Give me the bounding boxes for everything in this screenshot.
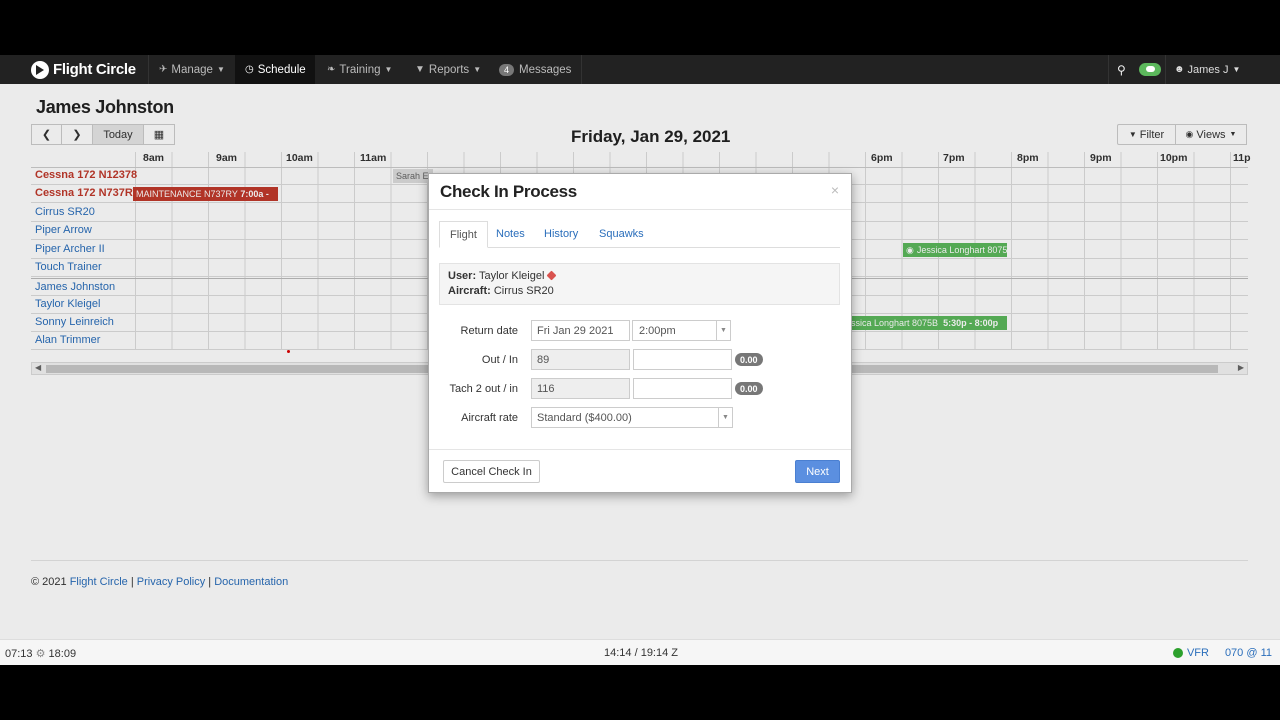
nav-manage-label: Manage xyxy=(171,63,213,76)
return-date-input[interactable]: Fri Jan 29 2021 xyxy=(531,320,630,341)
tag-icon xyxy=(546,270,557,281)
nav-divider xyxy=(1108,55,1109,84)
return-time-value: 2:00pm xyxy=(639,324,676,337)
nav-schedule-label: Schedule xyxy=(257,63,306,76)
sunset-time: 18:09 xyxy=(48,648,77,660)
caret-down-icon: ▼ xyxy=(716,321,730,340)
leaf-icon: ❧ xyxy=(327,64,336,75)
user-icon: ☻ xyxy=(1174,64,1185,75)
tab-notes[interactable]: Notes xyxy=(486,221,535,247)
caret-down-icon: ▼ xyxy=(1232,65,1241,74)
weather-status[interactable]: VFR 070 @ 11 xyxy=(1172,647,1272,659)
hobbs-out-input[interactable]: 89 xyxy=(531,349,630,370)
nav-divider xyxy=(581,55,582,84)
aircraft-rate-select[interactable]: Standard ($400.00) ▼ xyxy=(531,407,733,428)
caret-down-icon: ▼ xyxy=(718,408,732,427)
top-navbar: Flight Circle ✈ Manage ▼ ◷ Schedule ❧ Tr… xyxy=(0,55,1280,84)
tab-squawks[interactable]: Squawks xyxy=(589,221,654,247)
search-icon: ⚲ xyxy=(1117,62,1126,77)
clock-readout: 14:14 / 19:14 Z xyxy=(604,647,678,659)
flight-circle-logo-icon xyxy=(31,60,49,79)
modal-header: Check In Process × xyxy=(429,174,851,210)
out-in-label: Out / In xyxy=(481,354,518,366)
user-info-line: User: Taylor Kleigel xyxy=(448,270,557,282)
schedule-page: James Johnston ❮ ❯ Today ▦ Friday, Jan 2… xyxy=(0,84,1280,665)
return-date-label: Return date xyxy=(460,325,518,337)
sunrise-time: 07:13 xyxy=(5,648,33,660)
vfr-status-icon xyxy=(1172,648,1183,658)
caret-down-icon: ▼ xyxy=(384,65,393,74)
tach-in-input[interactable] xyxy=(633,378,732,399)
aircraft-value: Cirrus SR20 xyxy=(493,285,554,297)
wind-readout: 070 @ 11 xyxy=(1224,647,1272,659)
nav-reports-label: Reports xyxy=(428,63,470,76)
return-time-select[interactable]: 2:00pm ▼ xyxy=(632,320,731,341)
gear-icon: ⚙ xyxy=(35,648,46,660)
hobbs-in-input[interactable] xyxy=(633,349,732,370)
cancel-check-in-button[interactable]: Cancel Check In xyxy=(443,460,540,483)
nav-messages[interactable]: 4 Messages xyxy=(489,55,581,84)
filter-icon: ▼ xyxy=(415,64,425,75)
cloud-icon xyxy=(1139,63,1161,76)
nav-schedule[interactable]: ◷ Schedule xyxy=(235,55,315,84)
nav-divider xyxy=(1165,55,1166,84)
nav-reports[interactable]: ▼ Reports ▼ xyxy=(405,55,489,84)
brand-logo-link[interactable]: Flight Circle xyxy=(31,59,136,80)
tach-out-input[interactable]: 116 xyxy=(531,378,630,399)
user-menu-label: James J xyxy=(1187,63,1229,76)
plane-icon: ✈ xyxy=(159,64,168,75)
flight-info-well: User: Taylor Kleigel Aircraft: Cirrus SR… xyxy=(439,263,840,305)
modal-tabs: Flight Notes History Squawks xyxy=(439,221,840,248)
clock-icon: ◷ xyxy=(245,64,254,75)
status-bar: 07:13 ⚙ 18:09 14:14 / 19:14 Z VFR 070 @ … xyxy=(0,639,1280,665)
brand-name: Flight Circle xyxy=(53,61,136,78)
messages-count-badge: 4 xyxy=(499,63,515,76)
nav-training-label: Training xyxy=(339,63,381,76)
user-menu[interactable]: ☻ James J ▼ xyxy=(1174,55,1240,84)
tab-history[interactable]: History xyxy=(534,221,588,247)
tach-label: Tach 2 out / in xyxy=(449,383,519,395)
vfr-label: VFR xyxy=(1186,647,1209,659)
modal-footer: Cancel Check In Next xyxy=(429,449,851,493)
close-icon[interactable]: × xyxy=(831,182,839,198)
nav-manage[interactable]: ✈ Manage ▼ xyxy=(149,55,234,84)
user-label: User: xyxy=(448,270,477,282)
hobbs-diff-badge: 0.00 xyxy=(735,353,763,366)
next-button[interactable]: Next xyxy=(795,460,840,483)
tab-flight[interactable]: Flight xyxy=(439,221,488,248)
aircraft-rate-label: Aircraft rate xyxy=(461,412,518,424)
nav-messages-label: Messages xyxy=(519,63,572,76)
modal-title: Check In Process xyxy=(440,182,577,201)
sync-status-button[interactable] xyxy=(1139,55,1161,84)
aircraft-label: Aircraft: xyxy=(448,285,491,297)
aircraft-info-line: Aircraft: Cirrus SR20 xyxy=(448,285,554,297)
app-screen: Flight Circle ✈ Manage ▼ ◷ Schedule ❧ Tr… xyxy=(0,55,1280,665)
search-button[interactable]: ⚲ xyxy=(1117,55,1126,84)
sun-times: 07:13 ⚙ 18:09 xyxy=(5,647,76,660)
check-in-modal: Check In Process × Flight Notes History … xyxy=(428,173,852,493)
aircraft-rate-value: Standard ($400.00) xyxy=(537,411,632,424)
nav-training[interactable]: ❧ Training ▼ xyxy=(317,55,404,84)
tach-diff-badge: 0.00 xyxy=(735,382,763,395)
caret-down-icon: ▼ xyxy=(473,65,482,74)
user-value: Taylor Kleigel xyxy=(478,270,545,282)
caret-down-icon: ▼ xyxy=(216,65,225,74)
